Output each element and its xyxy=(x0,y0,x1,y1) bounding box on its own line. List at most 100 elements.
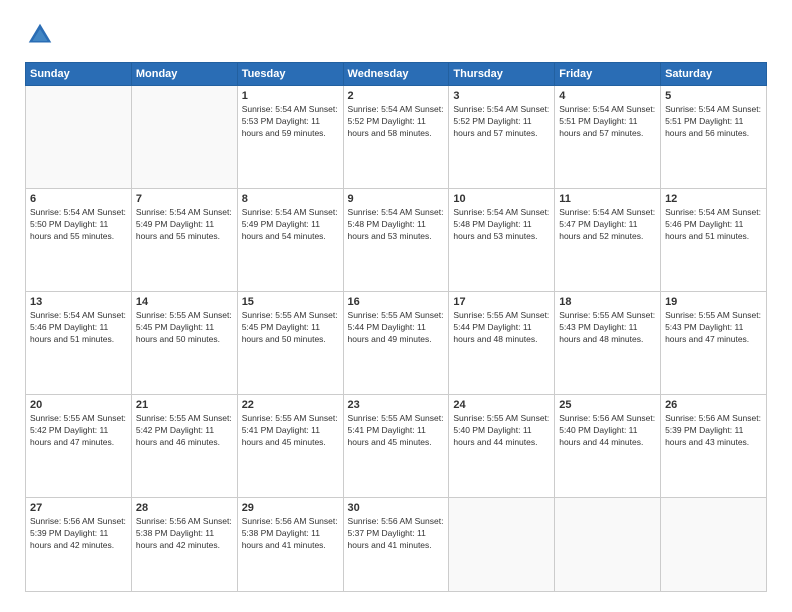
day-number: 14 xyxy=(136,296,233,308)
col-header-monday: Monday xyxy=(131,63,237,86)
day-number: 8 xyxy=(242,193,339,205)
day-number: 4 xyxy=(559,90,656,102)
calendar-cell: 14Sunrise: 5:55 AM Sunset: 5:45 PM Dayli… xyxy=(131,292,237,395)
calendar-week-row: 1 Sunrise: 5:54 AM Sunset: 5:53 PM Daylig… xyxy=(26,86,767,189)
calendar-cell xyxy=(131,86,237,189)
cell-content: Sunrise: 5:56 AM Sunset: 5:39 PM Dayligh… xyxy=(665,413,762,449)
calendar-cell: 25 Sunrise: 5:56 AM Sunset: 5:40 PM Dayli… xyxy=(555,395,661,498)
cell-content: Sunrise: 5:56 AM Sunset: 5:37 PM Dayligh… xyxy=(348,516,445,552)
day-number: 29 xyxy=(242,502,339,514)
calendar-cell: 28 Sunrise: 5:56 AM Sunset: 5:38 PM Dayli… xyxy=(131,498,237,592)
calendar-cell xyxy=(26,86,132,189)
cell-content: Sunrise: 5:54 AM Sunset: 5:47 PM Dayligh… xyxy=(559,207,656,243)
calendar-cell xyxy=(449,498,555,592)
cell-content: Sunrise: 5:55 AM Sunset: 5:42 PM Dayligh… xyxy=(136,413,233,449)
page: SundayMondayTuesdayWednesdayThursdayFrid… xyxy=(0,0,792,612)
cell-content: Sunrise: 5:55 AM Sunset: 5:41 PM Dayligh… xyxy=(348,413,445,449)
cell-content: Sunrise: 5:56 AM Sunset: 5:38 PM Dayligh… xyxy=(136,516,233,552)
cell-content: Sunrise: 5:56 AM Sunset: 5:39 PM Dayligh… xyxy=(30,516,127,552)
col-header-friday: Friday xyxy=(555,63,661,86)
cell-content: Sunrise: 5:55 AM Sunset: 5:42 PM Dayligh… xyxy=(30,413,127,449)
col-header-saturday: Saturday xyxy=(661,63,767,86)
day-number: 3 xyxy=(453,90,550,102)
calendar-cell: 12 Sunrise: 5:54 AM Sunset: 5:46 PM Dayli… xyxy=(661,189,767,292)
calendar-week-row: 6 Sunrise: 5:54 AM Sunset: 5:50 PM Daylig… xyxy=(26,189,767,292)
calendar-cell: 29 Sunrise: 5:56 AM Sunset: 5:38 PM Dayli… xyxy=(237,498,343,592)
calendar-cell: 5 Sunrise: 5:54 AM Sunset: 5:51 PM Daylig… xyxy=(661,86,767,189)
calendar-cell xyxy=(661,498,767,592)
day-number: 23 xyxy=(348,399,445,411)
day-number: 24 xyxy=(453,399,550,411)
cell-content: Sunrise: 5:54 AM Sunset: 5:53 PM Dayligh… xyxy=(242,104,339,140)
day-number: 16 xyxy=(348,296,445,308)
cell-content: Sunrise: 5:55 AM Sunset: 5:43 PM Dayligh… xyxy=(665,310,762,346)
col-header-sunday: Sunday xyxy=(26,63,132,86)
calendar-cell: 16 Sunrise: 5:55 AM Sunset: 5:44 PM Dayli… xyxy=(343,292,449,395)
cell-content: Sunrise: 5:54 AM Sunset: 5:51 PM Dayligh… xyxy=(665,104,762,140)
calendar-header-row: SundayMondayTuesdayWednesdayThursdayFrid… xyxy=(26,63,767,86)
day-number: 1 xyxy=(242,90,339,102)
cell-content: Sunrise: 5:55 AM Sunset: 5:45 PM Dayligh… xyxy=(242,310,339,346)
calendar-cell: 13Sunrise: 5:54 AM Sunset: 5:46 PM Dayli… xyxy=(26,292,132,395)
day-number: 28 xyxy=(136,502,233,514)
calendar-cell: 8 Sunrise: 5:54 AM Sunset: 5:49 PM Daylig… xyxy=(237,189,343,292)
day-number: 26 xyxy=(665,399,762,411)
calendar-cell: 11 Sunrise: 5:54 AM Sunset: 5:47 PM Dayli… xyxy=(555,189,661,292)
day-number: 6 xyxy=(30,193,127,205)
calendar-cell: 21 Sunrise: 5:55 AM Sunset: 5:42 PM Dayli… xyxy=(131,395,237,498)
calendar-cell: 22 Sunrise: 5:55 AM Sunset: 5:41 PM Dayli… xyxy=(237,395,343,498)
calendar-cell: 23 Sunrise: 5:55 AM Sunset: 5:41 PM Dayli… xyxy=(343,395,449,498)
day-number: 30 xyxy=(348,502,445,514)
calendar-cell: 15 Sunrise: 5:55 AM Sunset: 5:45 PM Dayli… xyxy=(237,292,343,395)
cell-content: Sunrise: 5:55 AM Sunset: 5:41 PM Dayligh… xyxy=(242,413,339,449)
calendar-cell: 17 Sunrise: 5:55 AM Sunset: 5:44 PM Dayli… xyxy=(449,292,555,395)
calendar-cell: 18Sunrise: 5:55 AM Sunset: 5:43 PM Dayli… xyxy=(555,292,661,395)
calendar-cell: 30 Sunrise: 5:56 AM Sunset: 5:37 PM Dayli… xyxy=(343,498,449,592)
cell-content: Sunrise: 5:54 AM Sunset: 5:46 PM Dayligh… xyxy=(30,310,127,346)
calendar-cell: 9Sunrise: 5:54 AM Sunset: 5:48 PM Daylig… xyxy=(343,189,449,292)
day-number: 21 xyxy=(136,399,233,411)
calendar-cell: 20 Sunrise: 5:55 AM Sunset: 5:42 PM Dayli… xyxy=(26,395,132,498)
day-number: 7 xyxy=(136,193,233,205)
calendar-cell: 26 Sunrise: 5:56 AM Sunset: 5:39 PM Dayli… xyxy=(661,395,767,498)
day-number: 2 xyxy=(348,90,445,102)
cell-content: Sunrise: 5:54 AM Sunset: 5:52 PM Dayligh… xyxy=(453,104,550,140)
cell-content: Sunrise: 5:55 AM Sunset: 5:40 PM Dayligh… xyxy=(453,413,550,449)
cell-content: Sunrise: 5:54 AM Sunset: 5:51 PM Dayligh… xyxy=(559,104,656,140)
day-number: 20 xyxy=(30,399,127,411)
cell-content: Sunrise: 5:55 AM Sunset: 5:44 PM Dayligh… xyxy=(453,310,550,346)
calendar-table: SundayMondayTuesdayWednesdayThursdayFrid… xyxy=(25,62,767,592)
day-number: 10 xyxy=(453,193,550,205)
calendar-week-row: 13Sunrise: 5:54 AM Sunset: 5:46 PM Dayli… xyxy=(26,292,767,395)
logo-icon xyxy=(25,20,55,50)
cell-content: Sunrise: 5:56 AM Sunset: 5:40 PM Dayligh… xyxy=(559,413,656,449)
day-number: 17 xyxy=(453,296,550,308)
calendar-cell: 1 Sunrise: 5:54 AM Sunset: 5:53 PM Daylig… xyxy=(237,86,343,189)
logo xyxy=(25,20,61,50)
cell-content: Sunrise: 5:54 AM Sunset: 5:50 PM Dayligh… xyxy=(30,207,127,243)
cell-content: Sunrise: 5:54 AM Sunset: 5:48 PM Dayligh… xyxy=(453,207,550,243)
day-number: 5 xyxy=(665,90,762,102)
calendar-cell: 24 Sunrise: 5:55 AM Sunset: 5:40 PM Dayli… xyxy=(449,395,555,498)
col-header-wednesday: Wednesday xyxy=(343,63,449,86)
cell-content: Sunrise: 5:55 AM Sunset: 5:44 PM Dayligh… xyxy=(348,310,445,346)
calendar-cell: 27 Sunrise: 5:56 AM Sunset: 5:39 PM Dayli… xyxy=(26,498,132,592)
header xyxy=(25,20,767,50)
calendar-cell: 7 Sunrise: 5:54 AM Sunset: 5:49 PM Daylig… xyxy=(131,189,237,292)
day-number: 18 xyxy=(559,296,656,308)
day-number: 27 xyxy=(30,502,127,514)
day-number: 11 xyxy=(559,193,656,205)
cell-content: Sunrise: 5:54 AM Sunset: 5:46 PM Dayligh… xyxy=(665,207,762,243)
day-number: 12 xyxy=(665,193,762,205)
day-number: 25 xyxy=(559,399,656,411)
calendar-cell: 2Sunrise: 5:54 AM Sunset: 5:52 PM Daylig… xyxy=(343,86,449,189)
day-number: 9 xyxy=(348,193,445,205)
cell-content: Sunrise: 5:56 AM Sunset: 5:38 PM Dayligh… xyxy=(242,516,339,552)
calendar-cell: 6 Sunrise: 5:54 AM Sunset: 5:50 PM Daylig… xyxy=(26,189,132,292)
cell-content: Sunrise: 5:54 AM Sunset: 5:49 PM Dayligh… xyxy=(242,207,339,243)
day-number: 22 xyxy=(242,399,339,411)
day-number: 19 xyxy=(665,296,762,308)
day-number: 15 xyxy=(242,296,339,308)
calendar-cell: 19 Sunrise: 5:55 AM Sunset: 5:43 PM Dayli… xyxy=(661,292,767,395)
cell-content: Sunrise: 5:54 AM Sunset: 5:49 PM Dayligh… xyxy=(136,207,233,243)
